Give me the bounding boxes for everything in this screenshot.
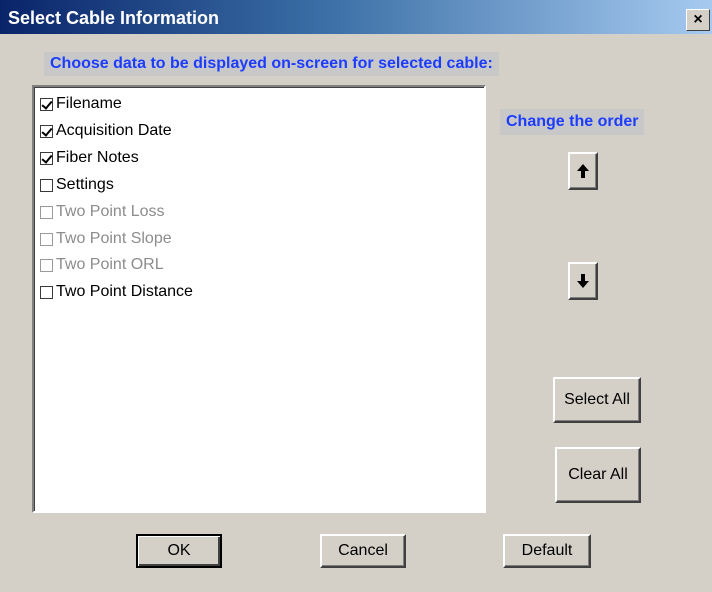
two-point-loss-checkbox (40, 205, 53, 219)
list-item-label: Two Point Slope (56, 230, 172, 247)
ok-label: OK (167, 542, 191, 559)
two-point-orl-checkbox (40, 258, 53, 272)
display-fields-listbox[interactable]: Filename Acquisition Date Fiber Notes Se… (32, 85, 486, 513)
filename-checkbox[interactable] (40, 97, 53, 111)
list-item-acquisition-date[interactable]: Acquisition Date (40, 120, 172, 142)
list-item-two-point-loss: Two Point Loss (40, 201, 165, 223)
arrow-down-icon (576, 273, 590, 289)
arrow-up-icon (576, 163, 590, 179)
list-item-fiber-notes[interactable]: Fiber Notes (40, 147, 139, 169)
list-item-settings[interactable]: Settings (40, 174, 114, 196)
list-item-label: Settings (56, 176, 114, 193)
list-item-label: Fiber Notes (56, 149, 139, 166)
list-item-two-point-slope: Two Point Slope (40, 228, 172, 250)
change-order-label: Change the order (500, 109, 645, 135)
list-item-label: Acquisition Date (56, 122, 172, 139)
fiber-notes-checkbox[interactable] (40, 151, 53, 165)
list-item-label: Filename (56, 95, 122, 112)
window-title: Select Cable Information (8, 8, 220, 28)
select-all-label: Select All (564, 391, 630, 408)
close-button[interactable]: × (686, 9, 710, 31)
clear-all-label: Clear All (568, 466, 628, 483)
close-icon: × (693, 11, 703, 28)
move-up-button[interactable] (568, 152, 598, 190)
default-button[interactable]: Default (503, 534, 591, 568)
acquisition-date-checkbox[interactable] (40, 124, 53, 138)
list-item-two-point-distance[interactable]: Two Point Distance (40, 281, 193, 303)
two-point-slope-checkbox (40, 232, 53, 246)
default-label: Default (521, 542, 573, 559)
cancel-label: Cancel (338, 542, 388, 559)
clear-all-button[interactable]: Clear All (555, 447, 641, 503)
list-item-label: Two Point Distance (56, 283, 193, 300)
instruction-label: Choose data to be displayed on-screen fo… (44, 52, 499, 76)
list-item-label: Two Point Loss (56, 203, 165, 220)
move-down-button[interactable] (568, 262, 598, 300)
list-item-two-point-orl: Two Point ORL (40, 254, 164, 276)
title-bar: Select Cable Information × (0, 0, 712, 34)
ok-button[interactable]: OK (136, 534, 222, 568)
list-item-label: Two Point ORL (56, 256, 164, 273)
select-cable-information-dialog: Select Cable Information × Choose data t… (0, 0, 712, 592)
settings-checkbox[interactable] (40, 178, 53, 192)
cancel-button[interactable]: Cancel (320, 534, 406, 568)
two-point-distance-checkbox[interactable] (40, 285, 53, 299)
list-item-filename[interactable]: Filename (40, 93, 122, 115)
select-all-button[interactable]: Select All (553, 377, 641, 423)
